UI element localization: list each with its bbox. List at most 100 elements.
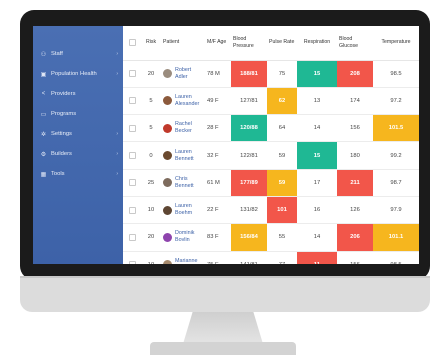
header-mf-age[interactable]: M/F Age [205, 26, 231, 61]
patient-cell[interactable]: Marianne Bretten [161, 251, 205, 264]
temperature-cell: 98.7 [373, 169, 419, 197]
row-select-checkbox[interactable] [123, 60, 141, 88]
respiration-cell: 15 [297, 60, 337, 88]
patient-name-link[interactable]: Robert Adler [175, 67, 203, 81]
checkbox-box[interactable] [128, 124, 136, 132]
patient-cell[interactable]: Lauren Alexander [161, 87, 205, 116]
temperature-cell: 97.9 [373, 196, 419, 225]
row-select-checkbox[interactable] [123, 169, 141, 197]
checkbox-box[interactable] [128, 70, 136, 78]
patient-name-link[interactable]: Lauren Alexander [175, 94, 203, 108]
header-pulse-rate[interactable]: Pulse Rate [267, 26, 297, 61]
risk-score-cell: 5 [141, 114, 161, 143]
checkbox-box[interactable] [128, 206, 136, 214]
population-health-icon: ▣ [40, 71, 47, 78]
row-select-checkbox[interactable] [123, 223, 141, 252]
patient-cell[interactable]: Lauren Boehm [161, 196, 205, 225]
avatar [163, 232, 172, 242]
checkbox-box[interactable] [128, 179, 136, 187]
respiration-cell: 15 [297, 141, 337, 170]
table-row[interactable]: 10 Lauren Boehm 22 F 131/82 101 16 126 97.9 [123, 196, 419, 225]
header-patient[interactable]: Patient [161, 26, 205, 61]
respiration-cell: 11 [297, 251, 337, 264]
patient-name-link[interactable]: Marianne Bretten [175, 258, 203, 264]
age-sex-cell: 22 F [205, 196, 231, 225]
respiration-cell: 16 [297, 196, 337, 225]
sidebar: ⚇ Staff › ▣ Population Health › < Providers ▭ Pro… [33, 26, 123, 264]
table-row[interactable]: 25 Chris Bennett 61 M 177/89 59 17 211 98.7 [123, 169, 419, 197]
temperature-cell: 99.2 [373, 141, 419, 170]
age-sex-cell: 28 F [205, 114, 231, 143]
sidebar-item-label: Programs [51, 111, 77, 117]
avatar [163, 123, 172, 133]
monitor-stand-foot [150, 342, 296, 355]
checkbox-box[interactable] [128, 261, 136, 264]
checkbox-box[interactable] [128, 39, 136, 47]
table-row[interactable]: 20 Dominik Bovlin 83 F 156/84 55 14 206 101.1 [123, 223, 419, 252]
age-sex-cell: 78 M [205, 60, 231, 88]
row-select-checkbox[interactable] [123, 87, 141, 116]
patient-name-link[interactable]: Dominik Bovlin [175, 230, 203, 244]
monitor-stand-neck [183, 312, 263, 344]
avatar [163, 205, 172, 215]
sidebar-item-tools[interactable]: ▦ Tools › [33, 164, 123, 184]
pulse-rate-cell: 59 [267, 141, 297, 170]
patient-vitals-table: Risk Patient M/F Age Blood Pressure Puls… [123, 26, 419, 264]
sidebar-item-label: Builders [51, 151, 72, 157]
patient-cell[interactable]: Robert Adler [161, 60, 205, 88]
patient-name-link[interactable]: Lauren Bennett [175, 149, 203, 163]
blood-glucose-cell: 156 [337, 251, 373, 264]
age-sex-cell: 61 M [205, 169, 231, 197]
checkbox-box[interactable] [128, 233, 136, 241]
blood-glucose-cell: 126 [337, 196, 373, 225]
sidebar-item-providers[interactable]: < Providers [33, 84, 123, 104]
header-risk[interactable]: Risk [141, 26, 161, 61]
header-blood-pressure[interactable]: Blood Pressure [231, 26, 267, 61]
patient-cell[interactable]: Chris Bennett [161, 169, 205, 197]
row-select-checkbox[interactable] [123, 141, 141, 170]
patient-cell[interactable]: Dominik Bovlin [161, 223, 205, 252]
header-respiration[interactable]: Respiration [297, 26, 337, 61]
patient-cell[interactable]: Lauren Bennett [161, 141, 205, 170]
avatar [163, 96, 172, 106]
sidebar-item-label: Providers [51, 91, 76, 97]
blood-pressure-cell: 122/81 [231, 141, 267, 170]
row-select-checkbox[interactable] [123, 114, 141, 143]
sidebar-item-staff[interactable]: ⚇ Staff › [33, 44, 123, 64]
respiration-cell: 13 [297, 87, 337, 116]
row-select-checkbox[interactable] [123, 196, 141, 225]
pulse-rate-cell: 75 [267, 60, 297, 88]
patient-cell[interactable]: Rachel Becker [161, 114, 205, 143]
blood-glucose-cell: 208 [337, 60, 373, 88]
tools-icon: ▦ [40, 171, 47, 178]
age-sex-cell: 49 F [205, 87, 231, 116]
risk-score-cell: 10 [141, 251, 161, 264]
select-all-checkbox[interactable] [123, 26, 141, 61]
blood-glucose-cell: 211 [337, 169, 373, 197]
sidebar-item-settings[interactable]: ✲ Settings › [33, 124, 123, 144]
avatar [163, 178, 172, 188]
table-row[interactable]: 0 Lauren Bennett 32 F 122/81 59 15 180 99.2 [123, 141, 419, 170]
temperature-cell: 101.1 [373, 223, 419, 252]
row-select-checkbox[interactable] [123, 251, 141, 264]
temperature-cell: 98.5 [373, 60, 419, 88]
checkbox-box[interactable] [128, 97, 136, 105]
patient-name-link[interactable]: Chris Bennett [175, 176, 203, 190]
table-row[interactable]: 10 Marianne Bretten75 F141/81771115698.5 [123, 251, 419, 264]
table-row[interactable]: 5 Rachel Becker 28 F 120/88 64 14 156 101.5 [123, 114, 419, 143]
sidebar-item-builders[interactable]: ⚙ Builders › [33, 144, 123, 164]
patient-name-link[interactable]: Rachel Becker [175, 121, 203, 135]
avatar [163, 69, 172, 79]
blood-glucose-cell: 156 [337, 114, 373, 143]
respiration-cell: 14 [297, 223, 337, 252]
header-blood-glucose[interactable]: Blood Glucose [337, 26, 373, 61]
header-temperature[interactable]: Temperature [373, 26, 419, 61]
sidebar-item-population-health[interactable]: ▣ Population Health › [33, 64, 123, 84]
table-row[interactable]: 5 Lauren Alexander 49 F 127/81 62 13 174 97.2 [123, 87, 419, 116]
sidebar-item-programs[interactable]: ▭ Programs [33, 104, 123, 124]
sidebar-item-label: Settings [51, 131, 72, 137]
checkbox-box[interactable] [128, 152, 136, 160]
blood-glucose-cell: 180 [337, 141, 373, 170]
table-row[interactable]: 20 Robert Adler 78 M 188/81 75 15 208 98.5 [123, 60, 419, 88]
patient-name-link[interactable]: Lauren Boehm [175, 203, 203, 217]
